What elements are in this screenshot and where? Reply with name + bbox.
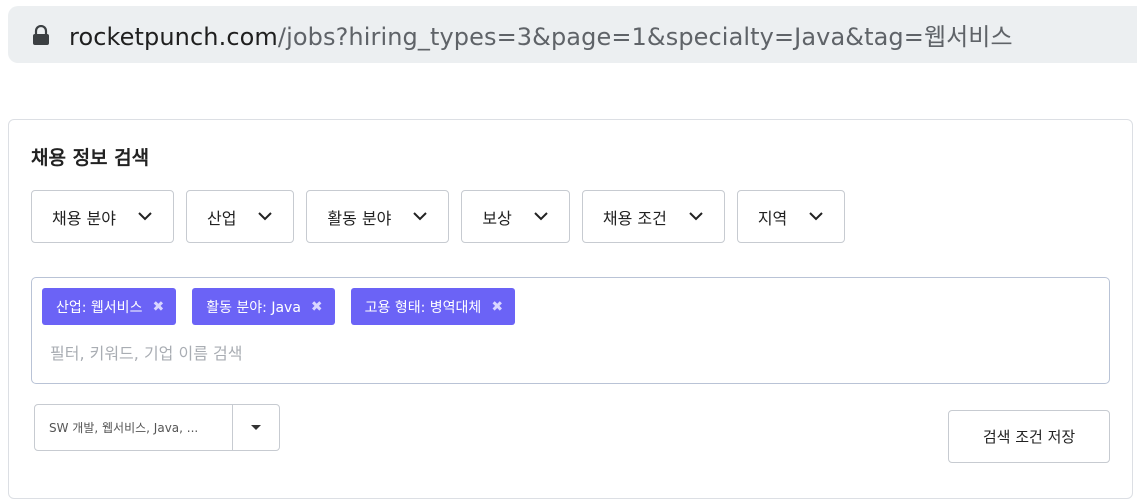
filter-label: 채용 조건: [602, 208, 667, 228]
job-search-panel: 채용 정보 검색 채용 분야 산업 활동 분야 보상 채용 조건 지역 산업: …: [8, 119, 1133, 499]
chevron-down-icon: [138, 212, 152, 221]
active-tag-industry: 산업: 웹서비스 ✖: [42, 288, 177, 325]
save-search-button[interactable]: 검색 조건 저장: [948, 410, 1110, 463]
filter-specialty-button[interactable]: 활동 분야: [306, 190, 450, 243]
filter-label: 보상: [482, 208, 512, 228]
filter-label: 채용 분야: [52, 208, 116, 228]
saved-search-value: SW 개발, 웹서비스, Java, ...: [49, 421, 199, 435]
search-input[interactable]: [42, 336, 642, 370]
close-icon[interactable]: ✖: [152, 299, 164, 315]
address-bar[interactable]: rocketpunch.com/jobs?hiring_types=3&page…: [8, 6, 1137, 63]
active-tag-employment-type: 고용 형태: 병역대체 ✖: [350, 288, 516, 325]
chevron-down-icon: [258, 212, 273, 221]
saved-search-toggle[interactable]: [232, 405, 279, 450]
chevron-down-icon: [534, 212, 548, 221]
tag-label: 고용 형태: 병역대체: [364, 299, 482, 316]
filter-label: 산업: [206, 208, 237, 228]
filter-label: 지역: [757, 208, 788, 228]
filter-job-category-button[interactable]: 채용 분야: [31, 190, 174, 243]
caret-down-icon: [251, 425, 261, 430]
saved-search-select[interactable]: SW 개발, 웹서비스, Java, ...: [34, 404, 280, 451]
chevron-down-icon: [809, 212, 823, 221]
active-tag-specialty: 활동 분야: Java ✖: [192, 288, 335, 325]
tag-search-box[interactable]: 산업: 웹서비스 ✖ 활동 분야: Java ✖ 고용 형태: 병역대체 ✖: [31, 277, 1110, 384]
close-icon[interactable]: ✖: [311, 299, 323, 315]
chevron-down-icon: [413, 212, 428, 221]
chevron-down-icon: [689, 212, 703, 221]
filter-hiring-conditions-button[interactable]: 채용 조건: [581, 190, 725, 243]
panel-title: 채용 정보 검색: [31, 147, 150, 169]
active-tags: 산업: 웹서비스 ✖ 활동 분야: Java ✖ 고용 형태: 병역대체 ✖: [42, 288, 516, 325]
filter-industry-button[interactable]: 산업: [185, 190, 295, 243]
close-icon[interactable]: ✖: [491, 299, 503, 315]
filter-region-button[interactable]: 지역: [736, 190, 846, 243]
lock-icon: [33, 24, 49, 45]
tag-label: 산업: 웹서비스: [56, 299, 143, 316]
url-text[interactable]: rocketpunch.com/jobs?hiring_types=3&page…: [69, 17, 1013, 52]
tag-label: 활동 분야: Java: [206, 299, 301, 316]
url-host: rocketpunch.com: [69, 23, 278, 51]
url-path: /jobs?hiring_types=3&page=1&specialty=Ja…: [277, 23, 1013, 51]
filter-compensation-button[interactable]: 보상: [461, 190, 570, 243]
filter-bar: 채용 분야 산업 활동 분야 보상 채용 조건 지역: [31, 190, 846, 243]
filter-label: 활동 분야: [327, 208, 392, 228]
